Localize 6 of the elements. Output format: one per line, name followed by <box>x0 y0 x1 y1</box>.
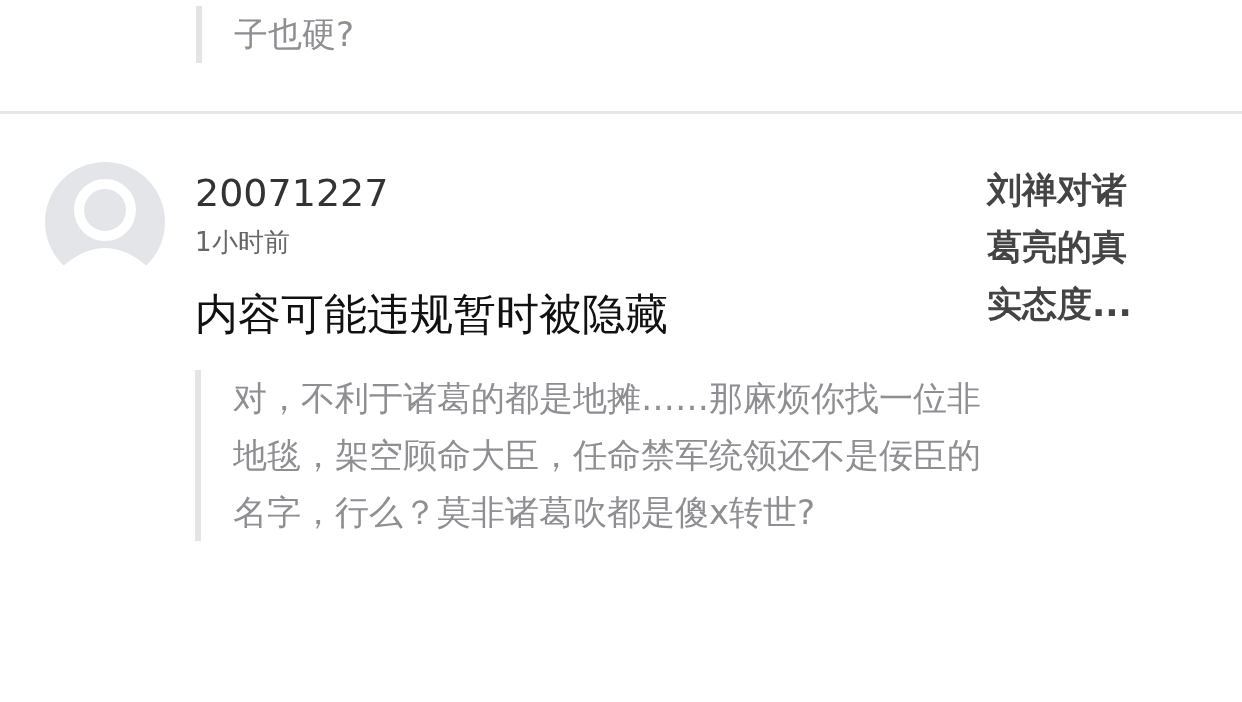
comment-text: 内容可能违规暂时被隐藏 <box>195 288 668 341</box>
username[interactable]: 20071227 <box>195 168 389 218</box>
quoted-text: 子也硬? <box>196 6 994 63</box>
post-time: 1小时前 <box>195 226 290 259</box>
avatar-icon[interactable] <box>45 162 165 282</box>
quoted-text: 对，不利于诸葛的都是地摊……那麻烦你找一位非地毯，架空顾命大臣，任命禁军统领还不是佞臣的名字，行么？莫非诸葛吹都是傻x转世? <box>195 370 993 541</box>
